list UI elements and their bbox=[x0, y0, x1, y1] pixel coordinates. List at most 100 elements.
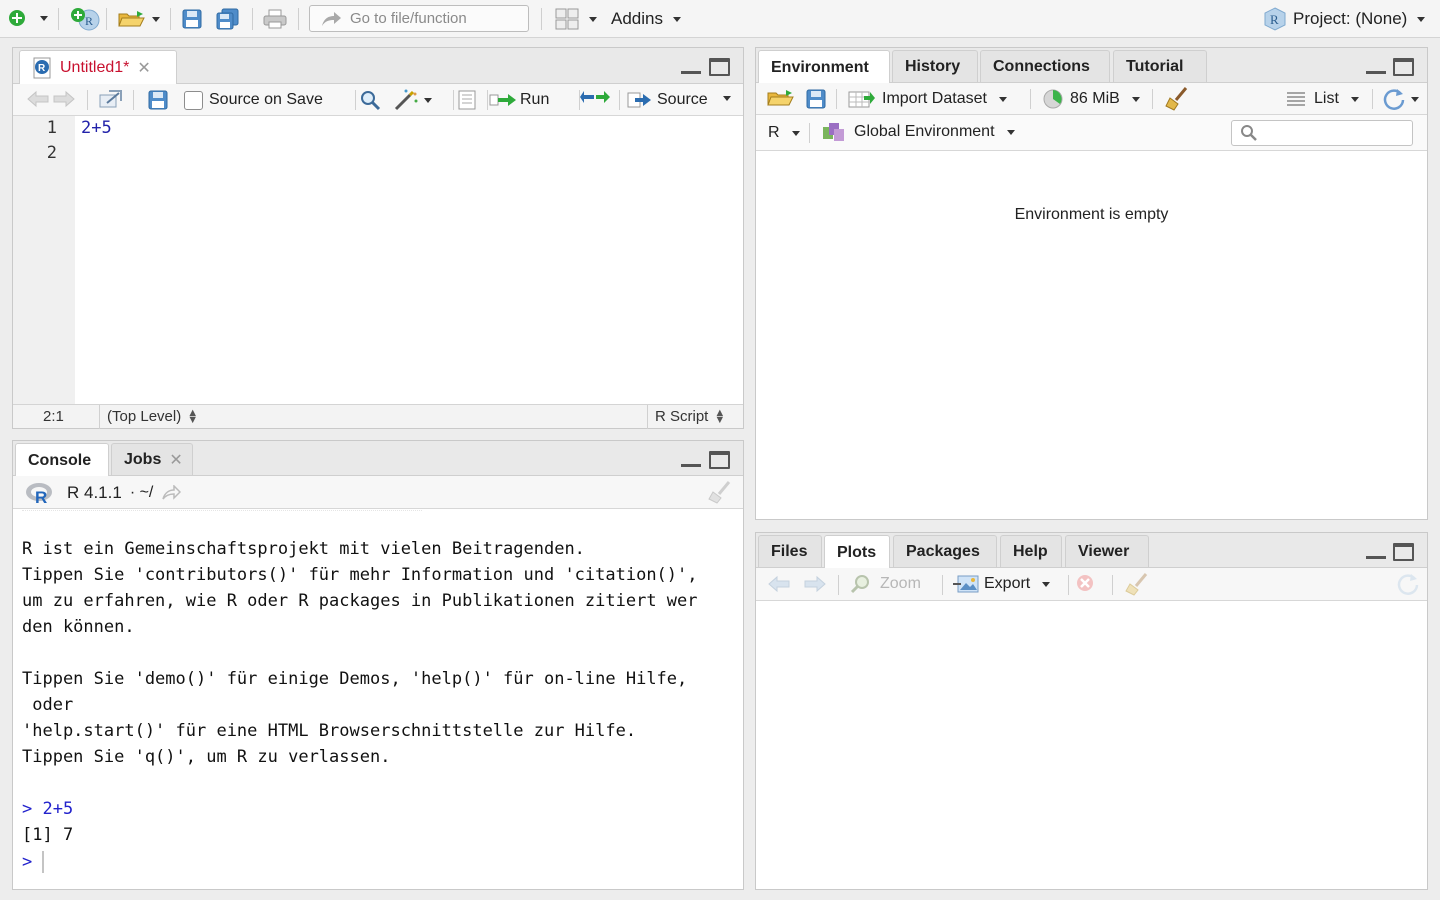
language-dropdown[interactable]: R bbox=[768, 122, 800, 144]
close-icon[interactable]: ✕ bbox=[137, 58, 150, 78]
open-file-button[interactable] bbox=[117, 9, 160, 29]
tab-console[interactable]: Console bbox=[15, 443, 109, 477]
pane-layout-button[interactable] bbox=[555, 8, 597, 30]
tab-plots[interactable]: Plots bbox=[824, 535, 890, 569]
tab-viewer[interactable]: Viewer bbox=[1065, 535, 1149, 567]
save-file-button[interactable] bbox=[148, 90, 168, 110]
go-to-directory-icon[interactable] bbox=[161, 485, 182, 501]
main-toolbar: R Go to file/function Addins R Project: … bbox=[0, 0, 1440, 38]
code-tools-button[interactable] bbox=[393, 89, 432, 111]
console-line: oder bbox=[22, 695, 74, 715]
scope-label: (Top Level) bbox=[107, 408, 182, 425]
tab-files[interactable]: Files bbox=[758, 535, 822, 567]
file-type-selector[interactable]: R Script ▲ ▼ bbox=[655, 408, 725, 426]
console-input-line[interactable]: > bbox=[22, 851, 45, 873]
code-editor[interactable]: 2+5 bbox=[75, 116, 743, 404]
remove-plot-button[interactable] bbox=[1076, 574, 1094, 592]
run-button[interactable]: Run bbox=[489, 89, 549, 111]
tab-label: History bbox=[905, 57, 961, 75]
save-button[interactable] bbox=[182, 9, 202, 29]
tab-tutorial[interactable]: Tutorial bbox=[1113, 50, 1207, 82]
chevron-down-icon bbox=[589, 16, 597, 22]
export-label: Export bbox=[984, 575, 1031, 592]
chevron-down-icon bbox=[40, 15, 48, 21]
clear-workspace-button[interactable] bbox=[1164, 86, 1190, 112]
clear-console-button[interactable] bbox=[707, 480, 733, 504]
new-file-button[interactable] bbox=[8, 9, 48, 27]
tab-label: Untitled1* bbox=[60, 58, 130, 76]
divider bbox=[170, 8, 171, 30]
tab-environment[interactable]: Environment bbox=[758, 50, 890, 84]
show-in-window-button[interactable] bbox=[99, 89, 123, 109]
import-dataset-button[interactable]: Import Dataset bbox=[848, 88, 1007, 110]
environment-pane: Environment History Connections Tutorial… bbox=[755, 47, 1428, 520]
minimize-icon[interactable] bbox=[1366, 62, 1386, 74]
console-line: Tippen Sie 'contributors()' für mehr Inf… bbox=[22, 565, 698, 585]
broom-icon bbox=[1165, 87, 1188, 111]
source-options-dropdown[interactable] bbox=[723, 96, 731, 101]
addins-menu[interactable]: Addins bbox=[611, 8, 681, 30]
save-workspace-button[interactable] bbox=[806, 89, 826, 109]
source-on-save-checkbox[interactable]: Source on Save bbox=[184, 89, 323, 111]
source-button[interactable]: Source bbox=[627, 89, 708, 111]
arrow-left-icon bbox=[27, 90, 49, 108]
tab-untitled1[interactable]: R Untitled1* ✕ bbox=[19, 50, 177, 84]
environment-search[interactable] bbox=[1231, 120, 1413, 146]
scope-selector[interactable]: (Top Level) ▲ ▼ bbox=[107, 407, 199, 427]
refresh-plot-button[interactable] bbox=[1396, 572, 1420, 596]
export-button[interactable]: Export bbox=[952, 573, 1051, 595]
console-output[interactable]: R ist ein Gemeinschaftsprojekt mit viele… bbox=[13, 509, 743, 889]
divider bbox=[1372, 89, 1373, 109]
next-plot-button[interactable] bbox=[804, 575, 826, 593]
go-to-file-box[interactable] bbox=[309, 5, 529, 32]
print-button[interactable] bbox=[263, 9, 287, 29]
go-to-file-input[interactable] bbox=[350, 10, 520, 27]
chevron-down-icon bbox=[424, 97, 432, 103]
maximize-icon[interactable] bbox=[1393, 58, 1414, 76]
compile-report-button[interactable] bbox=[457, 90, 477, 110]
divider bbox=[1068, 575, 1069, 595]
search-input[interactable] bbox=[1262, 125, 1412, 141]
close-icon[interactable]: ✕ bbox=[169, 450, 182, 470]
console-tabbar: Console Jobs ✕ bbox=[13, 441, 743, 477]
view-mode-dropdown[interactable]: List bbox=[1286, 88, 1359, 110]
forward-button[interactable] bbox=[53, 90, 75, 108]
back-button[interactable] bbox=[27, 90, 49, 108]
code-line[interactable]: 2+5 bbox=[81, 118, 112, 138]
checkbox-box[interactable] bbox=[184, 90, 203, 110]
rerun-button[interactable] bbox=[580, 89, 610, 107]
memory-usage-button[interactable]: 86 MiB bbox=[1042, 88, 1140, 110]
zoom-button[interactable]: Zoom bbox=[850, 573, 921, 595]
minimize-icon[interactable] bbox=[1366, 547, 1386, 559]
divider bbox=[1112, 575, 1113, 595]
r-file-icon: R bbox=[33, 57, 51, 78]
load-workspace-button[interactable] bbox=[766, 88, 796, 108]
maximize-icon[interactable] bbox=[709, 451, 730, 469]
updown-icon: ▲ ▼ bbox=[187, 407, 199, 427]
console-text-cutoff bbox=[22, 509, 422, 511]
list-lines-icon bbox=[1287, 92, 1305, 106]
new-project-button[interactable]: R bbox=[70, 7, 100, 31]
global-environment-dropdown[interactable]: Global Environment bbox=[822, 121, 1015, 143]
tab-history[interactable]: History bbox=[892, 50, 978, 82]
refresh-button[interactable] bbox=[1382, 87, 1419, 111]
editor-tabbar: R Untitled1* ✕ bbox=[13, 48, 743, 84]
magic-wand-icon bbox=[394, 89, 418, 111]
tab-help[interactable]: Help bbox=[1000, 535, 1062, 567]
maximize-icon[interactable] bbox=[1393, 543, 1414, 561]
minimize-icon[interactable] bbox=[681, 455, 701, 467]
tab-jobs[interactable]: Jobs ✕ bbox=[111, 443, 193, 475]
project-menu[interactable]: R Project: (None) bbox=[1263, 7, 1426, 31]
save-all-button[interactable] bbox=[216, 8, 240, 30]
console-info: R R 4.1.1 · ~/ bbox=[25, 481, 182, 505]
plots-toolbar: Zoom Export bbox=[756, 568, 1427, 601]
maximize-icon[interactable] bbox=[709, 58, 730, 76]
working-dir[interactable]: · ~/ bbox=[130, 484, 154, 502]
tab-packages[interactable]: Packages bbox=[893, 535, 997, 567]
find-replace-button[interactable] bbox=[359, 89, 381, 111]
tab-connections[interactable]: Connections bbox=[980, 50, 1110, 82]
minimize-icon[interactable] bbox=[681, 62, 701, 74]
clear-all-plots-button[interactable] bbox=[1124, 572, 1150, 596]
export-image-icon bbox=[953, 575, 979, 593]
previous-plot-button[interactable] bbox=[768, 575, 790, 593]
